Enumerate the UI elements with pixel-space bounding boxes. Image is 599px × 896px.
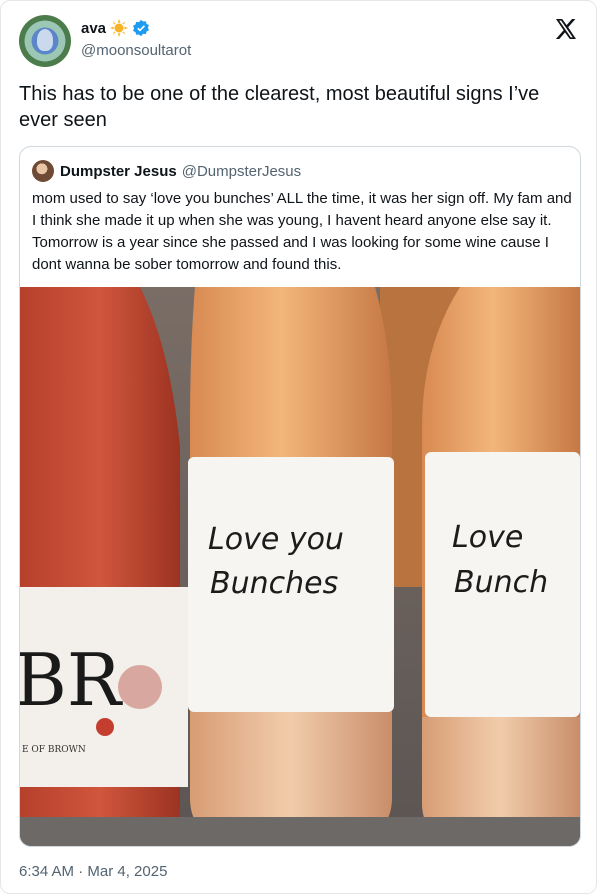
brand-footer: E OF BROWN	[22, 745, 86, 755]
brand-letters: BR	[20, 638, 123, 722]
quoted-tweet-header: Dumpster Jesus @DumpsterJesus	[32, 160, 301, 182]
x-logo-icon[interactable]	[554, 17, 578, 41]
quoted-handle: @DumpsterJesus	[181, 162, 302, 180]
tweet-text: This has to be one of the clearest, most…	[19, 83, 540, 131]
bottle-right-label-line2: Bunch	[454, 565, 548, 600]
shelf	[20, 817, 580, 846]
quoted-avatar	[32, 160, 54, 182]
quoted-tweet-photo[interactable]: BR E OF BROWN Love you Bunches Love Bunc…	[20, 287, 580, 847]
bottle-center-base	[190, 712, 392, 835]
quoted-tweet-text: mom used to say ‘love you bunches’ ALL t…	[32, 190, 572, 273]
bottle-center-label-line1: Love you	[208, 522, 344, 557]
sun-emoji-icon	[110, 19, 129, 37]
label-flower	[118, 665, 162, 709]
quoted-display-name: Dumpster Jesus	[60, 162, 177, 180]
bottle-right-label-line1: Love	[452, 520, 523, 555]
display-name[interactable]: ava	[81, 20, 106, 37]
display-name-row: ava	[81, 17, 191, 39]
author-names: ava @moonsoultarot	[81, 17, 191, 59]
quoted-tweet[interactable]: Dumpster Jesus @DumpsterJesus mom used t…	[19, 146, 581, 847]
tweet-card: ava @moonsoultarot This has to be one of…	[0, 0, 597, 894]
tweet-timestamp[interactable]: 6:34 AM · Mar 4, 2025	[19, 863, 167, 880]
tweet-header: ava @moonsoultarot	[19, 15, 191, 67]
label-flower-2	[96, 718, 114, 736]
bottle-center-label-line2: Bunches	[210, 566, 338, 601]
avatar[interactable]	[19, 15, 71, 67]
verified-badge-icon	[133, 19, 149, 37]
author-handle[interactable]: @moonsoultarot	[81, 42, 191, 59]
